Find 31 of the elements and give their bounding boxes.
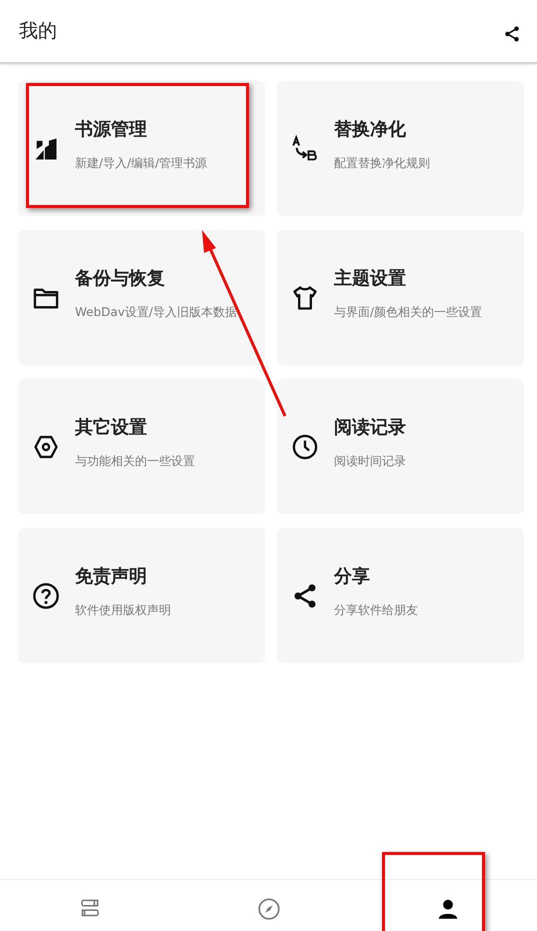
menu-card[interactable]: 分享 分享软件给朋友 [277,528,524,663]
page-title: 我的 [19,19,57,44]
card-subtitle: 软件使用版权声明 [75,602,171,619]
card-subtitle: 配置替换净化规则 [334,155,430,172]
compass-icon[interactable] [256,896,282,922]
menu-card[interactable]: 备份与恢复 WebDav设置/导入旧版本数据 [18,230,265,365]
share-icon[interactable] [503,25,521,43]
card-title: 备份与恢复 [75,267,166,290]
menu-card[interactable]: 书源管理 新建/导入/编辑/管理书源 [18,81,265,216]
card-subtitle: WebDav设置/导入旧版本数据 [75,304,237,321]
menu-card[interactable]: 其它设置 与功能相关的一些设置 [18,379,265,514]
card-subtitle: 与界面/颜色相关的一些设置 [334,304,482,321]
menu-card[interactable]: 主题设置 与界面/颜色相关的一些设置 [277,230,524,365]
menu-card[interactable]: 替换净化 配置替换净化规则 [277,81,524,216]
card-title: 替换净化 [334,118,407,141]
card-subtitle: 阅读时间记录 [334,453,406,470]
clock-icon [291,432,319,460]
a-to-b-icon [291,134,319,162]
card-title: 免责声明 [75,565,148,588]
menu-card[interactable]: 免责声明 软件使用版权声明 [18,528,265,663]
card-subtitle: 与功能相关的一些设置 [75,453,195,470]
t-shirt-icon [291,284,319,312]
question-circle-icon [32,582,60,610]
card-subtitle: 新建/导入/编辑/管理书源 [75,155,208,172]
card-title: 其它设置 [75,416,148,439]
card-title: 主题设置 [334,267,407,290]
card-title: 阅读记录 [334,416,406,439]
menu-card[interactable]: 阅读记录 阅读时间记录 [277,379,524,514]
card-subtitle: 分享软件给朋友 [334,602,418,619]
card-title: 书源管理 [75,118,148,141]
card-title: 分享 [334,565,371,588]
